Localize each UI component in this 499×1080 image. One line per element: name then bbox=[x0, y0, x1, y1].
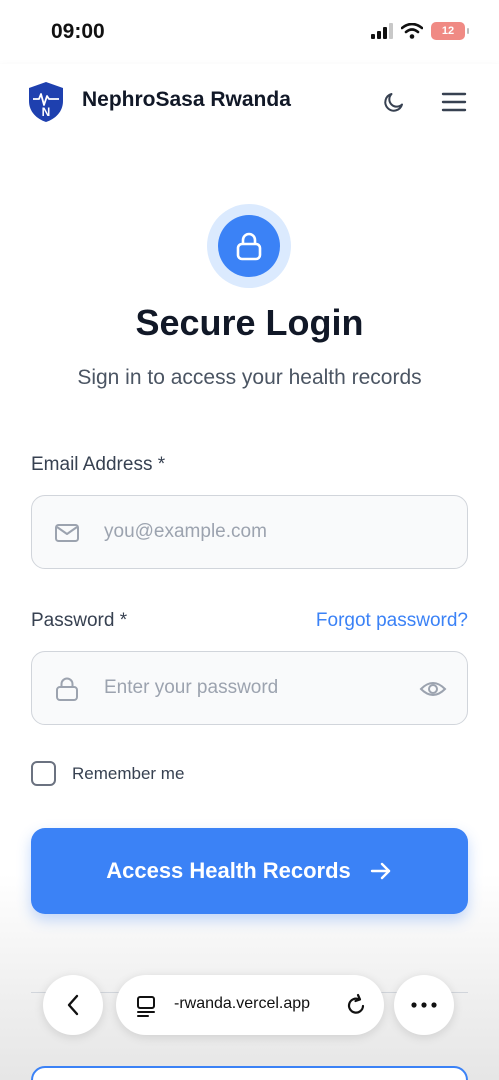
secondary-button[interactable] bbox=[31, 1066, 468, 1080]
logo-letter: N bbox=[42, 105, 51, 119]
show-password-eye-icon[interactable] bbox=[419, 676, 447, 702]
url-text[interactable]: -rwanda.vercel.app bbox=[174, 995, 310, 1013]
status-icons: 12 bbox=[371, 22, 469, 40]
theme-toggle-button[interactable] bbox=[380, 88, 408, 116]
signal-icon bbox=[371, 23, 393, 39]
email-label: Email Address * bbox=[31, 454, 166, 475]
forgot-password-link[interactable]: Forgot password? bbox=[316, 610, 468, 632]
password-field-container bbox=[31, 651, 468, 725]
lock-icon bbox=[236, 232, 262, 261]
status-bar: 09:00 12 bbox=[0, 0, 499, 64]
battery-level: 12 bbox=[441, 25, 455, 37]
email-field-container bbox=[31, 495, 468, 569]
menu-button[interactable] bbox=[440, 88, 468, 116]
remember-me-row[interactable]: Remember me bbox=[31, 761, 184, 786]
remember-me-checkbox[interactable] bbox=[31, 761, 56, 786]
browser-more-button[interactable] bbox=[394, 975, 454, 1035]
more-dots-icon bbox=[411, 1002, 437, 1008]
password-label: Password * bbox=[31, 610, 128, 631]
mail-icon bbox=[55, 524, 79, 542]
browser-address-bar[interactable]: -rwanda.vercel.app bbox=[116, 975, 384, 1035]
wifi-icon bbox=[401, 23, 423, 39]
hamburger-menu-icon bbox=[441, 92, 467, 112]
back-arrow-icon bbox=[67, 994, 79, 1016]
page-subtitle: Sign in to access your health records bbox=[77, 366, 422, 389]
browser-back-button[interactable] bbox=[43, 975, 103, 1035]
submit-label: Access Health Records bbox=[106, 858, 351, 883]
email-field[interactable] bbox=[104, 496, 404, 568]
access-health-records-button[interactable]: Access Health Records bbox=[31, 828, 468, 914]
tabs-icon[interactable] bbox=[136, 995, 158, 1017]
lock-badge bbox=[218, 215, 280, 277]
battery-icon: 12 bbox=[431, 22, 469, 40]
moon-icon bbox=[384, 93, 403, 112]
lock-outline-icon bbox=[56, 677, 78, 701]
status-time: 09:00 bbox=[51, 20, 105, 43]
app-header: N NephroSasa Rwanda bbox=[0, 64, 499, 142]
page-title: Secure Login bbox=[135, 302, 364, 343]
password-field[interactable] bbox=[104, 652, 404, 724]
arrow-right-icon bbox=[370, 862, 390, 880]
reload-icon[interactable] bbox=[344, 993, 368, 1017]
app-name: NephroSasa Rwanda bbox=[82, 88, 291, 111]
shield-logo[interactable]: N bbox=[27, 81, 65, 123]
remember-me-label[interactable]: Remember me bbox=[72, 764, 184, 784]
